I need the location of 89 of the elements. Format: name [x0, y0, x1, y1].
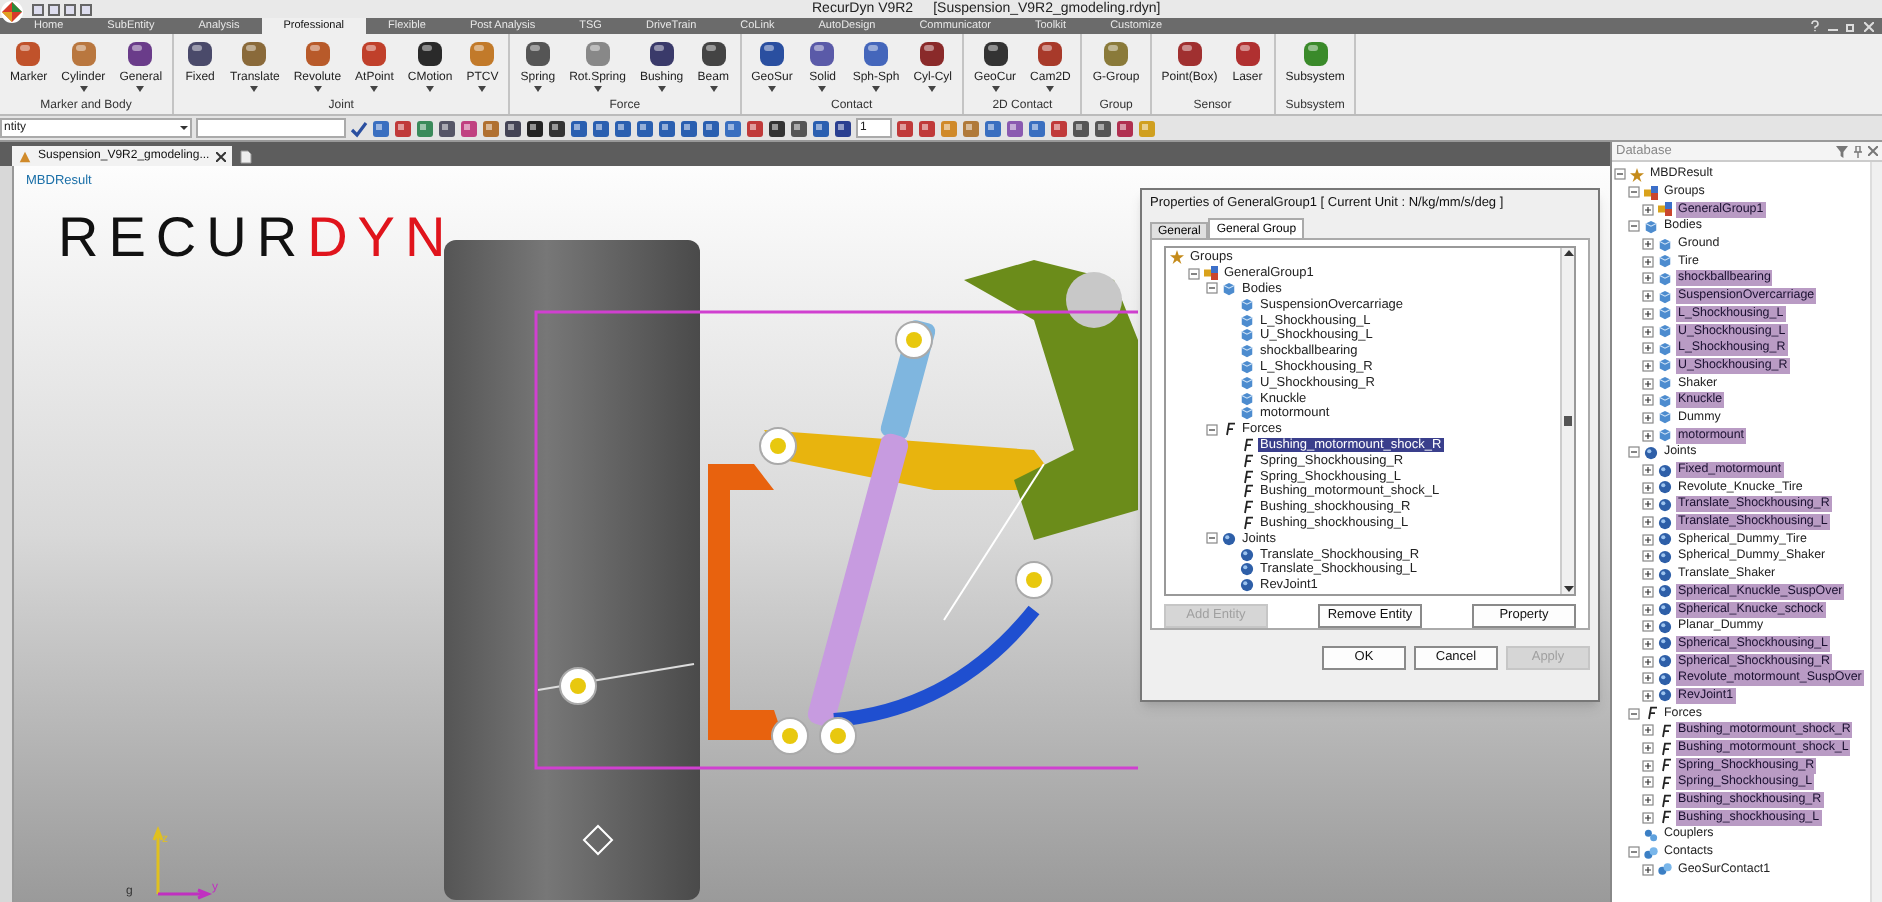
- collapse-icon[interactable]: [1206, 282, 1218, 295]
- toolbar-square-icon[interactable]: [1072, 119, 1090, 137]
- help-icon[interactable]: [1810, 20, 1820, 32]
- caret-icon: [767, 86, 776, 92]
- expand-icon[interactable]: [1642, 238, 1654, 251]
- caret-icon: [426, 86, 435, 92]
- star-icon: [1170, 250, 1184, 265]
- expand-icon[interactable]: [1642, 655, 1654, 668]
- scroll-up-icon[interactable]: [1563, 248, 1573, 258]
- expand-icon[interactable]: [1642, 794, 1654, 807]
- toolbar-square-icon[interactable]: [504, 119, 522, 137]
- expand-icon[interactable]: [1642, 325, 1654, 338]
- toolbar-square-icon[interactable]: [768, 119, 786, 137]
- expand-icon[interactable]: [1642, 429, 1654, 442]
- expand-icon[interactable]: [1642, 272, 1654, 285]
- dropdown-caret-icon[interactable]: [178, 120, 190, 136]
- caret-icon: [818, 86, 827, 92]
- toolbar-square-icon[interactable]: [526, 119, 544, 137]
- expand-icon[interactable]: [1642, 742, 1654, 755]
- caret-icon: [593, 86, 602, 92]
- collapse-icon[interactable]: [1628, 186, 1640, 199]
- scrollbar[interactable]: [1870, 162, 1882, 902]
- gears-icon: [1644, 827, 1658, 842]
- expand-icon[interactable]: [1642, 863, 1654, 876]
- caret-icon: [136, 86, 145, 92]
- toolbar-square-icon[interactable]: [438, 119, 456, 137]
- expand-icon[interactable]: [1642, 516, 1654, 529]
- caret-icon: [928, 86, 937, 92]
- caret-icon: [370, 86, 379, 92]
- expand-icon[interactable]: [1642, 689, 1654, 702]
- expand-icon[interactable]: [1642, 359, 1654, 372]
- expand-icon[interactable]: [1642, 342, 1654, 355]
- expand-icon[interactable]: [1642, 776, 1654, 789]
- caret-icon: [872, 86, 880, 92]
- caret-icon: [657, 86, 666, 92]
- expand-icon[interactable]: [1642, 307, 1654, 320]
- name-field[interactable]: [196, 118, 346, 138]
- checkmark-icon[interactable]: [350, 119, 368, 137]
- expand-icon[interactable]: [1642, 568, 1654, 581]
- expand-icon[interactable]: [1642, 672, 1654, 685]
- toolbar-square-icon[interactable]: [548, 119, 566, 137]
- expand-icon[interactable]: [1642, 394, 1654, 407]
- blocks-icon: [1204, 266, 1218, 281]
- collapse-icon[interactable]: [1628, 220, 1640, 233]
- caret-icon: [250, 86, 259, 92]
- star-icon: [1630, 167, 1644, 182]
- expand-icon[interactable]: [1642, 637, 1654, 650]
- logo-text: RECUR DYN: [58, 208, 456, 268]
- toolbar-square-icon[interactable]: [1094, 119, 1112, 137]
- expand-icon[interactable]: [1642, 255, 1654, 268]
- caret-icon: [478, 86, 487, 92]
- caret-icon: [313, 86, 322, 92]
- collapse-icon[interactable]: [1188, 267, 1200, 280]
- caret-icon: [1046, 86, 1055, 92]
- collapse-icon[interactable]: [1614, 168, 1626, 181]
- expand-icon[interactable]: [1642, 585, 1654, 598]
- collapse-icon[interactable]: [1206, 532, 1218, 545]
- collapse-icon[interactable]: [1628, 707, 1640, 720]
- restore-icon[interactable]: [1846, 21, 1856, 31]
- caret-icon: [79, 86, 88, 92]
- scrollbar[interactable]: [1560, 248, 1574, 594]
- expand-icon[interactable]: [1642, 603, 1654, 616]
- toolbar-square-icon[interactable]: [790, 119, 808, 137]
- expand-icon[interactable]: [1642, 203, 1654, 216]
- expand-icon[interactable]: [1642, 411, 1654, 424]
- collapse-icon[interactable]: [1628, 846, 1640, 859]
- expand-icon[interactable]: [1642, 481, 1654, 494]
- expand-icon[interactable]: [1642, 464, 1654, 477]
- expand-icon[interactable]: [1642, 377, 1654, 390]
- force-f-icon: [1222, 422, 1236, 437]
- expand-icon[interactable]: [1642, 759, 1654, 772]
- scroll-down-icon[interactable]: [1563, 584, 1573, 594]
- expand-icon[interactable]: [1642, 533, 1654, 546]
- expand-icon[interactable]: [1642, 620, 1654, 633]
- caret-icon: [533, 86, 542, 92]
- new-document-icon[interactable]: [239, 150, 252, 164]
- pin-icon[interactable]: [1854, 145, 1862, 157]
- toolbar-square-icon[interactable]: [834, 119, 852, 137]
- expand-icon[interactable]: [1642, 498, 1654, 511]
- collapse-icon[interactable]: [1628, 446, 1640, 459]
- close-icon[interactable]: [215, 151, 226, 161]
- collapse-icon[interactable]: [1206, 423, 1218, 436]
- scroll-thumb[interactable]: [1564, 416, 1572, 426]
- caret-icon: [991, 86, 1000, 92]
- caret-icon: [709, 86, 718, 92]
- expand-icon[interactable]: [1642, 811, 1654, 824]
- expand-icon[interactable]: [1642, 550, 1654, 563]
- expand-icon[interactable]: [1642, 290, 1654, 303]
- expand-icon[interactable]: [1642, 724, 1654, 737]
